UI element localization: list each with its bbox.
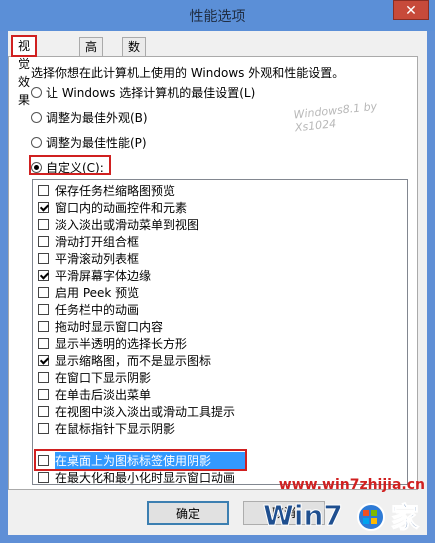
ok-button[interactable]: 确定 <box>147 501 229 525</box>
list-item[interactable]: 滑动打开组合框 <box>38 233 139 251</box>
radio-label: 让 Windows 选择计算机的最佳设置(L) <box>46 86 256 100</box>
checkbox[interactable] <box>38 185 49 196</box>
list-item[interactable]: 保存任务栏缩略图预览 <box>38 182 175 200</box>
radio-label: 调整为最佳性能(P) <box>46 136 147 150</box>
visual-effects-panel: 选择你想在此计算机上使用的 Windows 外观和性能设置。 Windows8.… <box>8 56 418 490</box>
radio-let-windows-choose[interactable]: 让 Windows 选择计算机的最佳设置(L) <box>31 84 255 102</box>
list-item-label: 拖动时显示窗口内容 <box>55 320 164 334</box>
title-bar[interactable]: 性能选项 ✕ <box>0 0 435 31</box>
list-item[interactable]: 启用 Peek 预览 <box>38 284 139 302</box>
checkbox[interactable] <box>38 472 49 483</box>
list-item-label: 在鼠标指针下显示阴影 <box>55 422 176 436</box>
list-item-label: 滑动打开组合框 <box>55 235 140 249</box>
visual-effects-list[interactable]: 保存任务栏缩略图预览 窗口内的动画控件和元素 淡入淡出或滑动菜单到视图 滑动打开… <box>32 179 408 485</box>
list-item-label: 任务栏中的动画 <box>55 303 140 317</box>
list-item-label: 在窗口下显示阴影 <box>55 371 152 385</box>
list-item-label: 窗口内的动画控件和元素 <box>55 201 188 215</box>
list-item[interactable]: 窗口内的动画控件和元素 <box>38 199 187 217</box>
radio-best-appearance[interactable]: 调整为最佳外观(B) <box>31 109 148 127</box>
list-item-label: 在视图中淡入淡出或滑动工具提示 <box>55 405 236 419</box>
close-button[interactable]: ✕ <box>393 0 429 20</box>
list-item-label: 在最大化和最小化时显示窗口动画 <box>55 471 236 485</box>
checkbox[interactable] <box>38 219 49 230</box>
tab-data-execution-prevention[interactable]: 数据执行保护 <box>122 37 147 144</box>
radio-button-icon[interactable] <box>31 87 42 98</box>
list-item[interactable]: 在窗口下显示阴影 <box>38 369 151 387</box>
checkbox[interactable] <box>38 423 49 434</box>
checkbox[interactable] <box>38 304 49 315</box>
checkbox[interactable] <box>38 270 49 281</box>
radio-best-performance[interactable]: 调整为最佳性能(P) <box>31 134 147 152</box>
list-item[interactable]: 在单击后淡出菜单 <box>38 386 151 404</box>
cancel-button[interactable]: 取消 <box>243 501 325 525</box>
selected-item-highlight-box <box>34 449 247 471</box>
checkbox[interactable] <box>38 236 49 247</box>
list-item[interactable]: 拖动时显示窗口内容 <box>38 318 163 336</box>
list-item-label: 平滑屏幕字体边缘 <box>55 269 152 283</box>
list-item[interactable]: 显示缩略图，而不是显示图标 <box>38 352 211 370</box>
list-item-label: 淡入淡出或滑动菜单到视图 <box>55 218 200 232</box>
list-item[interactable]: 任务栏中的动画 <box>38 301 139 319</box>
list-item[interactable]: 平滑屏幕字体边缘 <box>38 267 151 285</box>
checkbox[interactable] <box>38 253 49 264</box>
radio-label: 调整为最佳外观(B) <box>46 111 148 125</box>
list-item-label: 启用 Peek 预览 <box>55 286 140 300</box>
list-item[interactable]: 在鼠标指针下显示阴影 <box>38 420 175 438</box>
list-item-label: 保存任务栏缩略图预览 <box>55 184 176 198</box>
dialog-client-area: 视觉效果 高级 数据执行保护 选择你想在此计算机上使用的 Windows 外观和… <box>8 31 427 535</box>
list-item[interactable]: 在视图中淡入淡出或滑动工具提示 <box>38 403 235 421</box>
tab-visual-effects[interactable]: 视觉效果 <box>11 35 38 107</box>
list-item[interactable]: 显示半透明的选择长方形 <box>38 335 187 353</box>
radio-button-icon[interactable] <box>31 112 42 123</box>
checkbox[interactable] <box>38 202 49 213</box>
checkbox[interactable] <box>38 389 49 400</box>
list-item-label: 平滑滚动列表框 <box>55 252 140 266</box>
performance-options-window: 性能选项 ✕ 视觉效果 高级 数据执行保护 选择你想在此计算机上使用的 Wind… <box>0 0 435 543</box>
list-item-label: 显示缩略图，而不是显示图标 <box>55 354 212 368</box>
checkbox[interactable] <box>38 321 49 332</box>
custom-highlight-box <box>29 155 111 175</box>
list-item[interactable]: 平滑滚动列表框 <box>38 250 139 268</box>
list-item-label: 在单击后淡出菜单 <box>55 388 152 402</box>
checkbox[interactable] <box>38 287 49 298</box>
checkbox[interactable] <box>38 355 49 366</box>
list-item-label: 显示半透明的选择长方形 <box>55 337 188 351</box>
window-title: 性能选项 <box>189 9 246 25</box>
list-item[interactable]: 在最大化和最小化时显示窗口动画 <box>38 469 236 485</box>
checkbox[interactable] <box>38 406 49 417</box>
checkbox[interactable] <box>38 372 49 383</box>
faint-watermark: Windows8.1 by Xs1024 <box>292 99 378 135</box>
tab-advanced[interactable]: 高级 <box>79 37 104 72</box>
list-item[interactable]: 淡入淡出或滑动菜单到视图 <box>38 216 199 234</box>
checkbox[interactable] <box>38 338 49 349</box>
radio-button-icon[interactable] <box>31 137 42 148</box>
close-icon: ✕ <box>405 3 417 19</box>
description-text: 选择你想在此计算机上使用的 Windows 外观和性能设置。 <box>31 66 345 80</box>
